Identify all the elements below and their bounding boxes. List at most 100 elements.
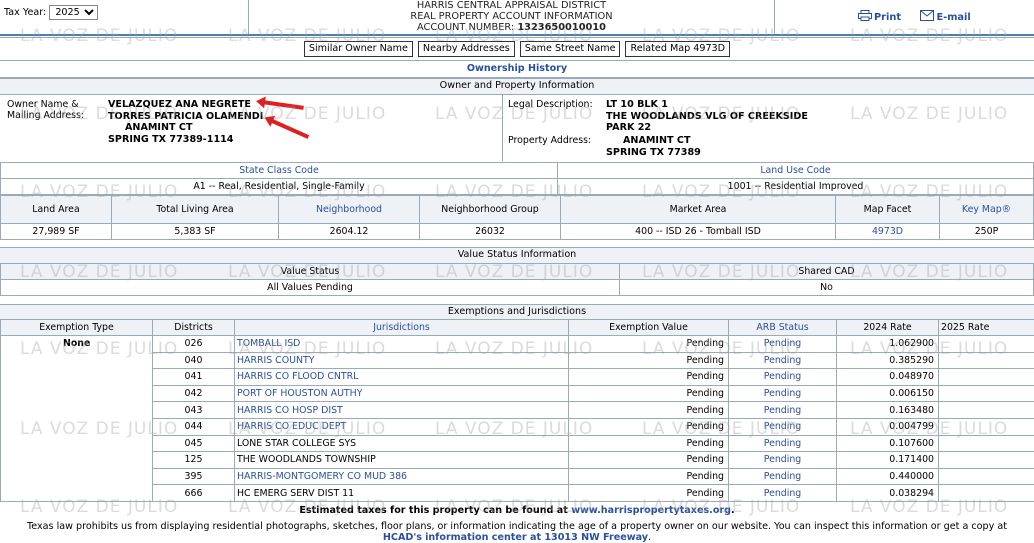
state-class-header: State Class Code bbox=[0, 162, 558, 179]
estimated-taxes-line: Estimated taxes for this property can be… bbox=[0, 505, 1034, 516]
market-area-value: 400 -- ISD 26 - Tomball ISD bbox=[560, 223, 836, 240]
law-text: Texas law prohibits us from displaying r… bbox=[27, 521, 1007, 532]
jurisdiction-name[interactable]: TOMBALL ISD bbox=[234, 335, 569, 353]
exemption-value: Pending bbox=[568, 335, 729, 353]
ownership-history-link[interactable]: Ownership History bbox=[467, 63, 567, 74]
rate-2025 bbox=[938, 451, 1034, 469]
owner-property-panel: Owner Name & Mailing Address: VELAZQUEZ A… bbox=[0, 95, 1034, 161]
arb-status[interactable]: Pending bbox=[728, 484, 837, 502]
jurisdiction-name[interactable]: PORT OF HOUSTON AUTHY bbox=[234, 384, 569, 403]
property-address-value: ANAMINT CT SPRING TX 77389 bbox=[606, 135, 701, 158]
jurisdiction-name[interactable]: HARRIS-MONTGOMERY CO MUD 386 bbox=[234, 467, 569, 486]
jurisdiction-name: THE WOODLANDS TOWNSHIP bbox=[234, 451, 569, 469]
rate-2025-header: 2025 Rate bbox=[938, 319, 1034, 336]
arb-status[interactable]: Pending bbox=[728, 384, 837, 403]
exemption-value: Pending bbox=[568, 384, 729, 403]
land-area-value: 27,989 SF bbox=[0, 223, 112, 240]
account-number: 1323650010010 bbox=[517, 22, 606, 33]
arb-status[interactable]: Pending bbox=[728, 351, 837, 370]
jurisdiction-name: LONE STAR COLLEGE SYS bbox=[234, 434, 569, 453]
district-name: HARRIS CENTRAL APPRAISAL DISTRICT bbox=[416, 0, 607, 11]
related-map-button[interactable]: Related Map 4973D bbox=[625, 41, 731, 57]
rate-2024: 0.038294 bbox=[836, 484, 939, 502]
envelope-icon bbox=[920, 10, 935, 21]
print-label: Print bbox=[874, 12, 902, 23]
tax-year-select[interactable]: 2025 bbox=[49, 5, 99, 20]
arb-status[interactable]: Pending bbox=[728, 417, 837, 436]
hcad-link[interactable]: HCAD's bbox=[383, 532, 422, 543]
rate-2025 bbox=[938, 484, 1034, 502]
email-link[interactable]: E-mail bbox=[920, 10, 978, 23]
owner-line-3: ANAMINT CT bbox=[108, 122, 263, 134]
district-code: 044 bbox=[152, 417, 235, 436]
value-status-table: Value Status Shared CAD All Values Pendi… bbox=[0, 263, 1034, 296]
jurisdiction-name[interactable]: HARRIS CO EDUC DEPT bbox=[234, 417, 569, 436]
arb-status-header[interactable]: ARB Status bbox=[728, 319, 837, 336]
rate-2025 bbox=[938, 351, 1034, 370]
rate-2024: 0.163480 bbox=[836, 401, 939, 419]
district-code: 045 bbox=[152, 434, 235, 453]
exemption-value: Pending bbox=[568, 417, 729, 436]
owner-label-line-1: Owner Name & bbox=[7, 99, 79, 110]
value-status-value: All Values Pending bbox=[0, 279, 620, 296]
exemption-value: Pending bbox=[568, 434, 729, 453]
map-facet-link[interactable]: 4973D bbox=[835, 223, 940, 240]
jurisdiction-name[interactable]: HARRIS COUNTY bbox=[234, 351, 569, 370]
print-link[interactable]: Print bbox=[858, 10, 909, 23]
property-line-2: SPRING TX 77389 bbox=[606, 146, 701, 158]
jurisdiction-row: 040 HARRIS COUNTY Pending Pending 0.385290 bbox=[1, 351, 1034, 370]
jurisdiction-name[interactable]: HARRIS CO FLOOD CNTRL bbox=[234, 368, 569, 386]
similar-owner-button[interactable]: Similar Owner Name bbox=[303, 41, 413, 57]
rate-2025 bbox=[938, 417, 1034, 436]
arb-status[interactable]: Pending bbox=[728, 335, 837, 353]
ownership-history-bar: Ownership History bbox=[0, 60, 1034, 78]
account-number-line: ACCOUNT NUMBER: 1323650010010 bbox=[249, 22, 774, 33]
market-area-header: Market Area bbox=[560, 195, 836, 224]
exemption-type-value: None bbox=[0, 335, 153, 502]
header-rule-thin bbox=[0, 37, 1034, 38]
exemption-value: Pending bbox=[568, 401, 729, 419]
state-class-value: A1 -- Real, Residential, Single-Family bbox=[0, 178, 558, 195]
header-title-box: HARRIS CENTRAL APPRAISAL DISTRICT REAL P… bbox=[248, 0, 775, 34]
legal-line-1: LT 10 BLK 1 bbox=[606, 99, 668, 110]
owner-label: Owner Name & Mailing Address: bbox=[7, 99, 84, 121]
neighborhood-header[interactable]: Neighborhood bbox=[278, 195, 420, 224]
same-street-button[interactable]: Same Street Name bbox=[519, 41, 621, 57]
rate-2024: 0.006150 bbox=[836, 384, 939, 403]
jurisdictions-header[interactable]: Jurisdictions bbox=[234, 319, 569, 336]
property-line-1: ANAMINT CT bbox=[623, 135, 691, 146]
information-center-link[interactable]: information center at 13013 NW Freeway bbox=[425, 532, 648, 543]
shared-cad-header: Shared CAD bbox=[619, 263, 1034, 280]
rate-2025 bbox=[938, 335, 1034, 353]
tax-year-control: Tax Year: 2025 bbox=[4, 5, 99, 20]
arb-status[interactable]: Pending bbox=[728, 467, 837, 486]
email-label: E-mail bbox=[936, 12, 971, 23]
district-code: 043 bbox=[152, 401, 235, 419]
exemption-value: Pending bbox=[568, 484, 729, 502]
living-area-value: 5,383 SF bbox=[111, 223, 279, 240]
harris-property-taxes-link[interactable]: www.harrispropertytaxes.org bbox=[571, 505, 731, 516]
jurisdiction-name[interactable]: HARRIS CO HOSP DIST bbox=[234, 401, 569, 419]
exemption-value: Pending bbox=[568, 351, 729, 370]
key-map-header[interactable]: Key Map® bbox=[939, 195, 1034, 224]
arb-status[interactable]: Pending bbox=[728, 451, 837, 469]
rate-2024: 1.062900 bbox=[836, 335, 939, 353]
district-code: 026 bbox=[152, 335, 235, 353]
nearby-addresses-button[interactable]: Nearby Addresses bbox=[417, 41, 515, 57]
owner-line-2: TORRES PATRICIA OLAMENDI bbox=[108, 110, 264, 122]
arb-status[interactable]: Pending bbox=[728, 401, 837, 419]
district-code: 125 bbox=[152, 451, 235, 469]
rate-2025 bbox=[938, 434, 1034, 453]
estimated-taxes-text: Estimated taxes for this property can be… bbox=[299, 505, 568, 516]
jurisdiction-row: 666 HC EMERG SERV DIST 11 Pending Pending 0.… bbox=[1, 484, 1034, 502]
rate-2024: 0.107600 bbox=[836, 434, 939, 453]
jurisdiction-row: 395 HARRIS-MONTGOMERY CO MUD 386 Pending Pe… bbox=[1, 467, 1034, 486]
rate-2025 bbox=[938, 384, 1034, 403]
arb-status[interactable]: Pending bbox=[728, 434, 837, 453]
rate-2024: 0.004799 bbox=[836, 417, 939, 436]
arb-status[interactable]: Pending bbox=[728, 368, 837, 386]
exemptions-table: Exemption Type Districts Jurisdictions E… bbox=[0, 319, 1034, 502]
jurisdiction-row: 125 THE WOODLANDS TOWNSHIP Pending Pending 0… bbox=[1, 451, 1034, 469]
shared-cad-value: No bbox=[619, 279, 1034, 296]
jurisdiction-row: 044 HARRIS CO EDUC DEPT Pending Pending 0.00… bbox=[1, 417, 1034, 436]
